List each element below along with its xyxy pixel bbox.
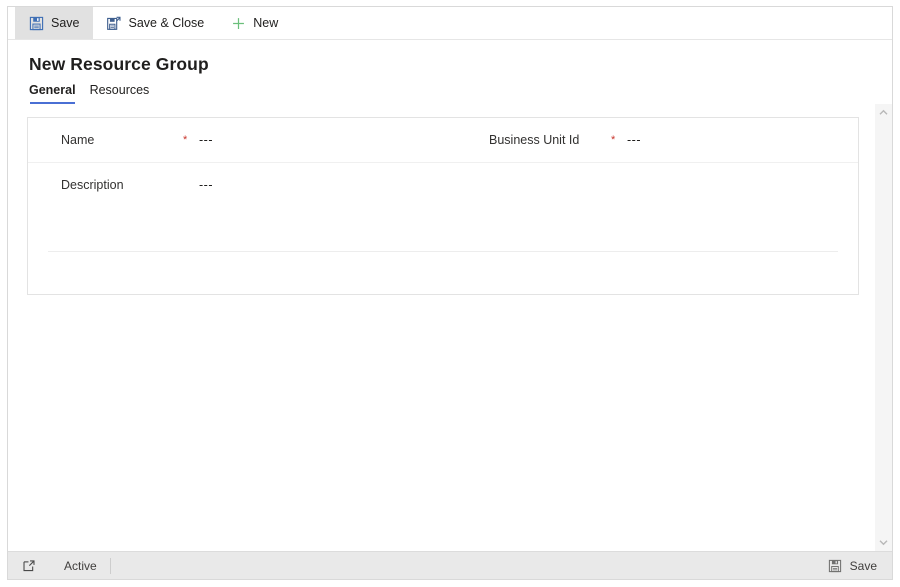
form-scroll-area: Name * --- Business Unit Id * --- Descri… [8, 104, 874, 551]
chevron-up-icon[interactable] [875, 104, 892, 121]
field-description-label: Description [61, 178, 124, 192]
save-button-label: Save [51, 15, 80, 30]
new-button[interactable]: New [217, 7, 291, 39]
save-and-close-button-label: Save & Close [128, 15, 205, 30]
save-and-close-button[interactable]: Save & Close [93, 7, 218, 39]
status-badge: Active [64, 557, 111, 574]
field-business-unit-id-value[interactable]: --- [627, 133, 641, 147]
new-button-label: New [253, 15, 279, 30]
form-row: Name * --- Business Unit Id * --- [28, 118, 858, 163]
field-name[interactable]: Name * --- [28, 118, 458, 162]
status-save-label: Save [849, 558, 877, 573]
field-description-spacer [458, 163, 858, 207]
status-bar-left: Active [21, 557, 111, 574]
command-bar: Save Save & Close New [8, 7, 892, 40]
card-divider [48, 251, 838, 252]
tab-general-label: General [29, 83, 76, 97]
tab-resources-label: Resources [89, 83, 150, 97]
open-in-new-window-icon[interactable] [21, 558, 37, 574]
field-name-value[interactable]: --- [199, 133, 213, 147]
field-description[interactable]: Description --- [28, 163, 458, 207]
page-header: New Resource Group [8, 40, 892, 75]
status-save-button[interactable]: Save [823, 555, 881, 577]
save-floppy-icon [28, 15, 44, 31]
field-description-value[interactable]: --- [199, 178, 213, 192]
form-vertical-scrollbar[interactable] [874, 104, 892, 551]
tab-resources[interactable]: Resources [90, 83, 150, 104]
form-region: Name * --- Business Unit Id * --- Descri… [8, 104, 892, 551]
save-floppy-icon [827, 558, 843, 574]
form-row: Description --- [28, 163, 858, 207]
card-empty-space [28, 207, 858, 251]
form-tab-strip: General Resources [8, 75, 892, 104]
save-button[interactable]: Save [15, 7, 93, 39]
status-bar: Active Save [8, 551, 892, 579]
general-section-card: Name * --- Business Unit Id * --- Descri… [27, 117, 859, 295]
field-name-required-asterisk: * [183, 133, 188, 146]
field-business-unit-id-required-asterisk: * [611, 133, 616, 146]
resource-group-form-window: Save Save & Close New New Resource Group… [7, 6, 893, 580]
save-and-close-icon [106, 15, 122, 31]
chevron-down-icon[interactable] [875, 534, 892, 551]
field-business-unit-id-label: Business Unit Id [489, 133, 580, 147]
tab-general[interactable]: General [29, 83, 76, 104]
plus-icon [230, 15, 246, 31]
field-business-unit-id[interactable]: Business Unit Id * --- [458, 118, 858, 162]
field-name-label: Name [61, 133, 95, 147]
page-title: New Resource Group [29, 54, 209, 74]
